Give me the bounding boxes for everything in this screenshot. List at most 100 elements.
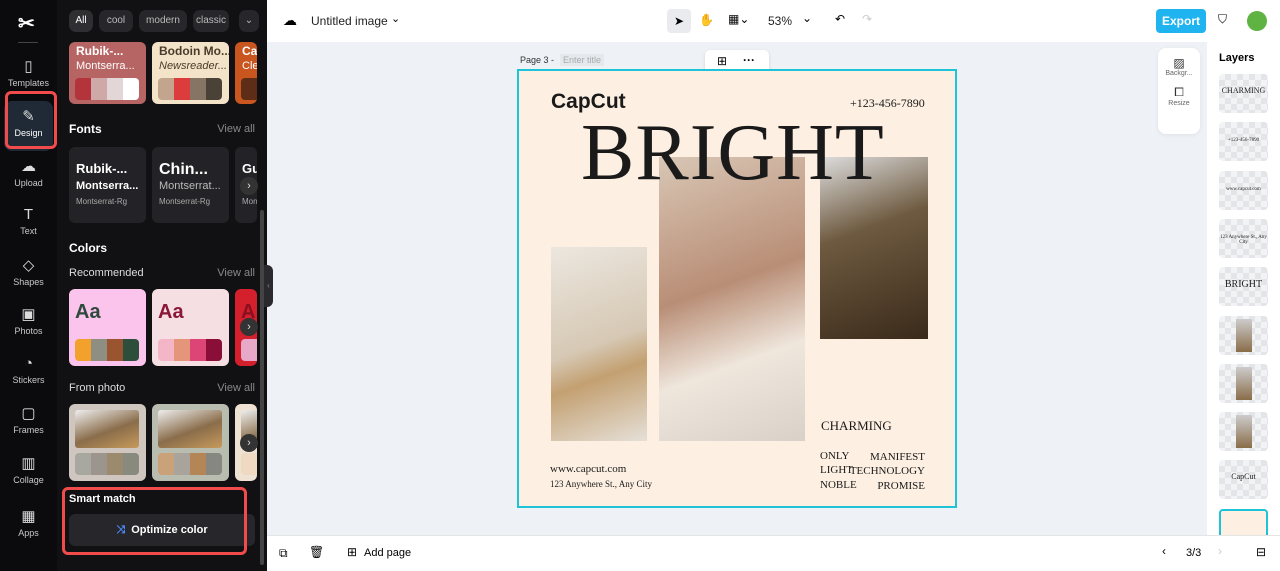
background-icon[interactable]: ▨ <box>1158 56 1200 70</box>
layer-item[interactable]: BRIGHT <box>1219 267 1268 307</box>
style-card[interactable]: Ca Cle <box>235 42 257 104</box>
layer-label: CapCut <box>1231 472 1256 482</box>
layer-photo-thumb <box>1235 318 1252 352</box>
layer-item[interactable]: 123 Anywhere St., Any City <box>1219 218 1268 258</box>
add-image-icon[interactable]: ⊞ <box>717 54 727 68</box>
add-page-button[interactable]: Add page <box>364 547 411 559</box>
nav-frames[interactable]: ▢ Frames <box>4 398 53 448</box>
pages-icon[interactable]: ⊟ <box>1256 545 1266 559</box>
document-title[interactable]: Untitled image <box>311 14 388 28</box>
nav-shapes[interactable]: ◇ Shapes <box>4 250 53 300</box>
style-card[interactable]: Rubik-... Montserra... <box>69 42 146 104</box>
filter-chip-classic[interactable]: classic <box>193 10 229 32</box>
nav-photos[interactable]: ▣ Photos <box>4 299 53 349</box>
resize-button[interactable]: Resize <box>1158 100 1200 107</box>
export-button[interactable]: Export <box>1156 9 1206 33</box>
side-tools: ▨ Backgr... ⧠ Resize <box>1158 48 1200 134</box>
layer-item[interactable]: CapCut <box>1219 460 1268 500</box>
layer-label: CHARMING <box>1221 86 1266 95</box>
swatch <box>75 453 91 475</box>
hand-tool-icon[interactable]: ✋ <box>699 13 714 27</box>
swatch <box>75 78 91 100</box>
colors-heading: Colors <box>69 241 108 255</box>
design-page[interactable]: CapCut +123-456-7890 BRIGHT CHARMING ONL… <box>517 69 957 508</box>
nav-label: Shapes <box>13 277 44 287</box>
page-title-input[interactable]: Enter title <box>560 54 605 66</box>
swatch <box>241 453 257 475</box>
filter-chip-modern[interactable]: modern <box>139 10 187 32</box>
duplicate-icon[interactable]: ⧉ <box>279 546 288 561</box>
cloud-icon[interactable]: ☁ <box>283 12 297 29</box>
layer-item[interactable]: +123-456-7890 <box>1219 122 1268 162</box>
redo-icon[interactable]: ↷ <box>862 12 872 26</box>
chevron-down-icon[interactable]: ⌄ <box>391 12 400 25</box>
layout-icon[interactable]: ▦⌄ <box>728 12 749 26</box>
right-word-2: TECHNOLOGY <box>849 465 925 477</box>
photo-thumbnail <box>75 410 139 448</box>
stickers-icon: ◔ <box>23 355 34 372</box>
layer-photo-thumb <box>1235 415 1252 449</box>
layer-item[interactable] <box>1219 363 1268 403</box>
design-panel: All cool modern classic ⌄ Rubik-... Montserr… <box>57 0 267 571</box>
swatch <box>158 453 174 475</box>
nav-collage[interactable]: ▥ Collage <box>4 448 53 498</box>
next-page-icon[interactable]: › <box>1218 544 1222 558</box>
left-word-2: LIGHT <box>820 464 853 476</box>
font-card[interactable]: Rubik-... Montserra... Montserrat-Rg <box>69 147 146 223</box>
layer-item[interactable]: www.capcut.com <box>1219 170 1268 210</box>
zoom-level[interactable]: 53% <box>768 14 792 28</box>
divider <box>18 42 38 43</box>
nav-upload[interactable]: ☁ Upload <box>4 151 53 201</box>
address-text: 123 Anywhere St., Any City <box>550 479 653 489</box>
filter-chip-cool[interactable]: cool <box>99 10 133 32</box>
swatch <box>174 78 190 100</box>
style-card[interactable]: Bodoin Mo... Newsreader... <box>152 42 229 104</box>
swatch <box>206 453 222 475</box>
swatch <box>206 78 222 100</box>
fonts-view-all[interactable]: View all <box>217 123 255 135</box>
capcut-logo[interactable]: ✂ <box>18 11 35 36</box>
shapes-icon: ◇ <box>22 257 35 274</box>
layer-item[interactable] <box>1219 412 1268 452</box>
photo-palette-card[interactable] <box>152 404 229 481</box>
colors-next-button[interactable]: › <box>240 318 258 336</box>
more-icon[interactable]: ··· <box>743 53 755 67</box>
resize-icon[interactable]: ⧠ <box>1158 85 1200 100</box>
color-palette-card[interactable]: Aa <box>69 289 146 366</box>
trash-icon[interactable]: 🗑 <box>309 545 324 559</box>
photo-next-button[interactable]: › <box>240 434 258 452</box>
color-palette-card[interactable]: Aa <box>152 289 229 366</box>
zoom-chevron-icon[interactable]: ⌄ <box>802 11 812 25</box>
recommended-view-all[interactable]: View all <box>217 267 255 279</box>
background-button[interactable]: Backgr... <box>1158 70 1200 77</box>
top-bar: ☁ Untitled image ⌄ ➤ ✋ ▦⌄ 53% ⌄ ↶ ↷ Expo… <box>267 0 1280 42</box>
style-sub: Montserra... <box>76 60 135 72</box>
swatch <box>241 78 257 100</box>
shield-icon[interactable]: ⛉ <box>1218 12 1227 27</box>
nav-label: Text <box>20 226 37 236</box>
select-tool-icon[interactable]: ➤ <box>667 9 691 33</box>
left-nav: ✂ ▯ Templates ✎ Design ☁ Upload T Text ◇ Shapes ▣ P… <box>0 0 57 571</box>
filter-chip-All[interactable]: All <box>69 10 93 32</box>
undo-icon[interactable]: ↶ <box>835 12 845 26</box>
collapse-panel-handle[interactable]: ‹ <box>264 265 273 307</box>
bottom-bar: ⧉ 🗑 ⊞ Add page ‹ 3/3 › ⊟ <box>267 535 1280 571</box>
panel-scrollbar[interactable] <box>260 210 264 565</box>
photo-palette-card[interactable] <box>69 404 146 481</box>
avatar[interactable] <box>1247 11 1267 31</box>
prev-page-icon[interactable]: ‹ <box>1162 544 1166 558</box>
layer-item[interactable] <box>1219 315 1268 355</box>
layer-item[interactable]: CHARMING <box>1219 74 1268 113</box>
nav-text[interactable]: T Text <box>4 200 53 250</box>
filter-more-button[interactable]: ⌄ <box>239 10 259 32</box>
font-card[interactable]: Chin... Montserrat... Montserrat-Rg <box>152 147 229 223</box>
headline: BRIGHT <box>581 109 885 197</box>
photo-hand-ring <box>659 157 805 441</box>
nav-apps[interactable]: ▦ Apps <box>4 501 53 551</box>
photos-icon: ▣ <box>21 306 36 323</box>
add-page-icon[interactable]: ⊞ <box>347 545 357 559</box>
fonts-next-button[interactable]: › <box>240 177 258 195</box>
from-photo-view-all[interactable]: View all <box>217 382 255 394</box>
swatch <box>75 339 91 361</box>
nav-stickers[interactable]: ◔ Stickers <box>4 349 53 399</box>
